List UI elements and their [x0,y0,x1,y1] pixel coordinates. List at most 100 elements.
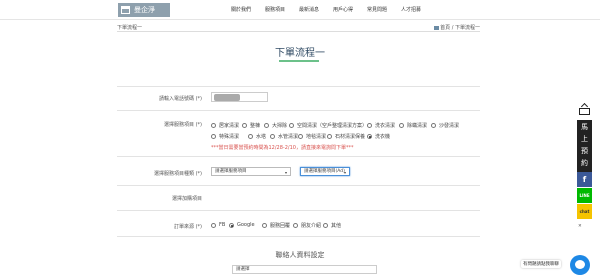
radio-icon [289,123,294,128]
category-select-1-value: 請選擇服務項目 [215,169,247,174]
radio-icon [211,222,216,228]
divider [117,86,480,87]
service-option-label: 水塔 [256,134,267,140]
service-option[interactable]: 沙發清潔 [431,122,459,129]
service-option-label: 大掃除 [272,123,288,129]
book-now-char: 預 [581,147,588,155]
addon-label: 選擇加購項目 [171,196,202,202]
service-option[interactable]: 石材清潔保養 [327,133,365,140]
source-option-label: Google [237,222,255,228]
service-option[interactable]: 居家清潔 [211,122,239,129]
messenger-button[interactable] [570,255,590,275]
messenger-label[interactable]: 有問題請點我聊聊 [521,260,561,268]
source-option[interactable]: 其他 [323,222,341,229]
radio-icon [242,123,247,128]
service-option-label: 水管清潔 [278,134,299,140]
nav-about[interactable]: 關於我們 [231,6,251,13]
source-option[interactable]: 服務回覆 [262,222,290,229]
service-option-label: 除蟎清潔 [407,123,428,129]
service-option[interactable]: 特殊清潔 [211,133,239,140]
breadcrumb-current: 下單流程一 [117,25,143,31]
mail-arrow-icon[interactable] [579,102,590,117]
nav-services[interactable]: 服務項目 [265,6,285,13]
radio-icon [211,123,216,128]
service-label: 選擇服務項目 (*) [164,122,202,128]
service-option[interactable]: 空間清潔（空戶整理清潔方案） [289,122,367,129]
category-select-2[interactable]: 請選擇服務項目(Ad) ▾ [300,167,350,176]
radio-icon [262,223,267,228]
nav-reviews[interactable]: 用戶心得 [333,6,353,13]
breadcrumb: 下單流程一 首頁 / 下單流程一 [117,24,480,32]
contact-section-title: 聯絡人資料設定 [275,251,325,259]
divider [117,236,480,237]
title-underline [279,60,319,62]
chat-icon[interactable]: chat [577,204,592,219]
radio-icon [323,223,328,228]
breadcrumb-path[interactable]: 首頁 / 下單流程一 [434,24,480,31]
radio-icon [298,134,303,139]
source-option[interactable]: FB [211,222,225,228]
service-option-label: 沙發清潔 [439,123,460,129]
source-option-label: 服務回覆 [270,223,291,229]
radio-icon [264,123,269,128]
page-title: 下單流程一 [275,48,325,59]
logo-icon [121,6,130,14]
service-option[interactable]: 水塔 [248,133,266,140]
radio-checked-icon [367,134,372,139]
category-select-1[interactable]: 請選擇服務項目 ▾ [211,167,291,176]
source-label: 訂單來源 (*) [174,224,202,230]
service-option-selected[interactable]: 洗衣機 [367,133,390,140]
site-header: 曼企淨 關於我們 服務項目 最新消息 用戶心得 常見問題 人才招募 [0,0,600,20]
service-option-label: 地毯清潔 [306,134,327,140]
messenger-icon [575,260,585,269]
service-option-label: 整棟 [250,123,261,129]
contact-select[interactable]: 請選擇 [232,265,377,274]
service-option[interactable]: 水管清潔 [270,133,298,140]
nav-news[interactable]: 最新消息 [299,6,319,13]
service-option[interactable]: 地毯清潔 [298,133,326,140]
service-option[interactable]: 整棟 [242,122,260,129]
line-icon[interactable]: LINE [577,188,592,203]
radio-icon [270,134,275,139]
service-option-label: 石材清潔保養 [335,134,366,140]
nav-faq[interactable]: 常見問題 [367,6,387,13]
radio-icon [211,134,216,139]
radio-icon [399,123,404,128]
chat-icon-label: chat [579,209,590,214]
site-logo[interactable]: 曼企淨 [118,3,170,17]
source-option-selected[interactable]: Google [229,222,255,228]
divider [117,185,480,186]
chevron-down-icon: ▾ [343,170,346,175]
breadcrumb-path-text[interactable]: 首頁 / 下單流程一 [440,25,480,31]
radio-icon [293,223,298,228]
service-option[interactable]: 大掃除 [264,122,287,129]
radio-checked-icon [229,222,234,228]
service-option[interactable]: 除蟎清潔 [399,122,427,129]
book-now-char: 上 [581,135,588,143]
phone-label: 請輸入電話號碼 (*) [159,96,202,102]
service-option[interactable]: 洗衣清潔 [367,122,395,129]
radio-icon [431,123,436,128]
nav-careers[interactable]: 人才招募 [401,6,421,13]
service-option-label: 洗衣機 [375,134,391,140]
redacted-phone [214,94,240,101]
divider [117,110,480,111]
source-option-label: FB [219,222,226,228]
source-option[interactable]: 朋友介紹 [293,222,321,229]
logo-text: 曼企淨 [134,6,155,14]
phone-input[interactable] [211,92,268,102]
booking-notice: ***當日需要當預約時間為12/28-2/10，請直接來電詢問下單*** [211,145,354,151]
radio-icon [248,134,253,139]
divider [117,210,480,211]
close-icon[interactable]: ✕ [578,224,582,229]
source-option-label: 朋友介紹 [301,223,322,229]
book-now-button[interactable]: 馬 上 預 約 [577,120,592,172]
service-option-label: 居家清潔 [219,123,240,129]
category-label: 選擇服務項目種類 (*) [154,171,202,177]
book-now-char: 約 [581,159,588,167]
radio-icon [327,134,332,139]
category-select-2-value: 請選擇服務項目(Ad) [304,169,345,174]
facebook-icon[interactable]: f [577,172,592,187]
home-icon [434,25,440,30]
service-option-label: 特殊清潔 [219,134,240,140]
